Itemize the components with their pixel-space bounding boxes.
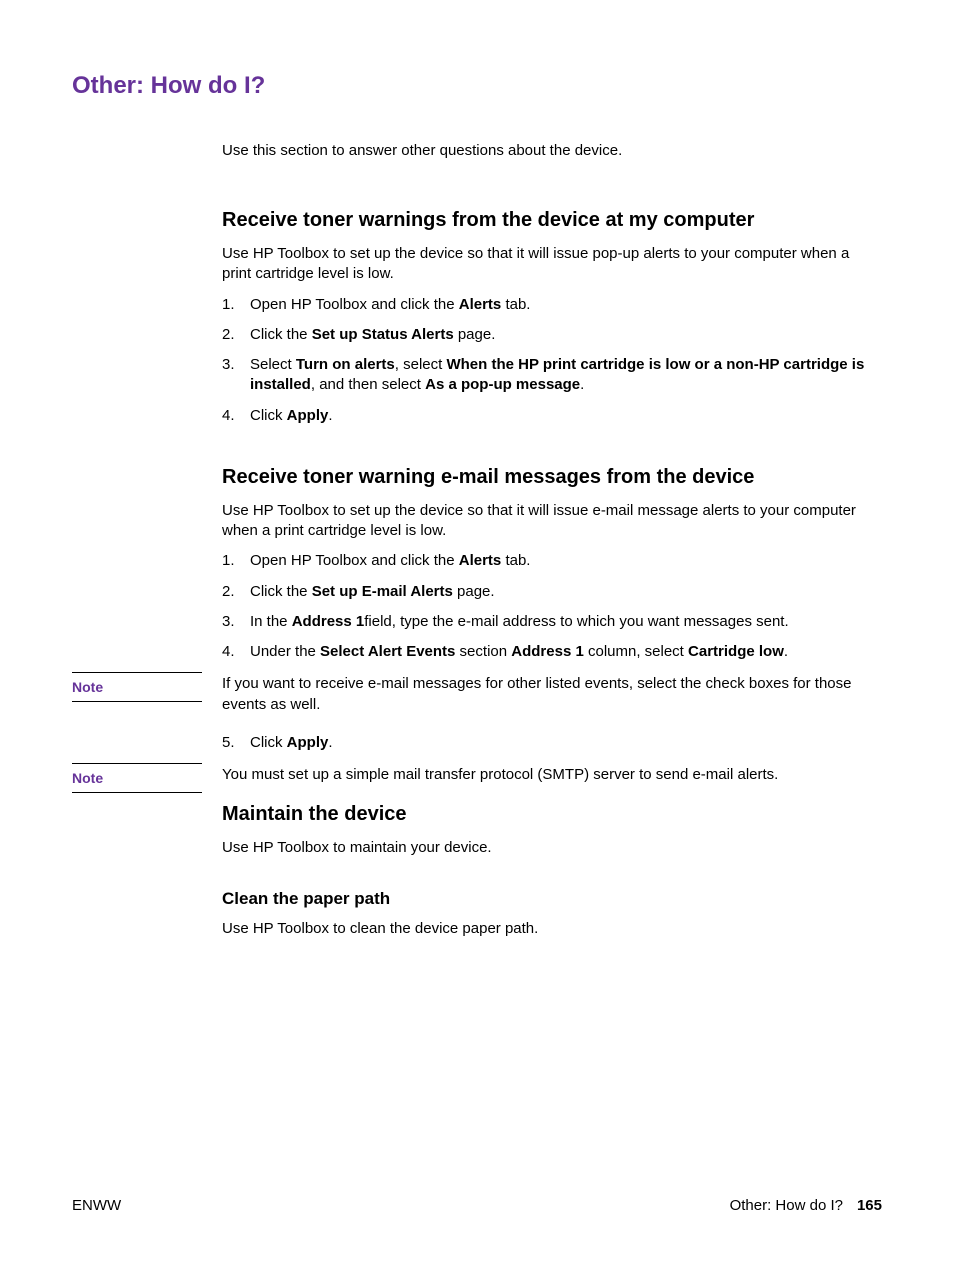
note-row: Note If you want to receive e-mail messa… (72, 672, 882, 721)
step-item: Click the Set up Status Alerts page. (222, 325, 882, 345)
step-item: 5.Click Apply. (222, 733, 882, 753)
footer-section-label: Other: How do I? (730, 1197, 843, 1214)
section1-steps: Open HP Toolbox and click the Alerts tab… (222, 295, 882, 426)
step-item: Click the Set up E-mail Alerts page. (222, 582, 882, 602)
page-footer: ENWW Other: How do I? 165 (72, 1197, 882, 1214)
step-item: In the Address 1field, type the e-mail a… (222, 612, 882, 632)
step-item: Click Apply. (222, 406, 882, 426)
intro-paragraph: Use this section to answer other questio… (222, 140, 882, 161)
section3-intro: Use HP Toolbox to maintain your device. (222, 838, 882, 858)
page-number: 165 (857, 1197, 882, 1214)
note-label: Note (72, 672, 202, 702)
heading-maintain: Maintain the device (222, 803, 882, 826)
heading-email-warnings: Receive toner warning e-mail messages fr… (222, 466, 882, 489)
step-item: Select Turn on alerts, select When the H… (222, 355, 882, 396)
note-text: You must set up a simple mail transfer p… (222, 763, 882, 791)
clean-paper-path-para: Use HP Toolbox to clean the device paper… (222, 919, 882, 939)
section-email-warnings: Receive toner warning e-mail messages fr… (222, 466, 882, 663)
page-title: Other: How do I? (72, 72, 882, 100)
note-label: Note (72, 763, 202, 793)
note-text: If you want to receive e-mail messages f… (222, 672, 882, 721)
step-item: Open HP Toolbox and click the Alerts tab… (222, 295, 882, 315)
heading-clean-paper-path: Clean the paper path (222, 889, 882, 909)
section2-steps: Open HP Toolbox and click the Alerts tab… (222, 551, 882, 662)
section2-intro: Use HP Toolbox to set up the device so t… (222, 501, 882, 542)
section2-step5: 5.Click Apply. (222, 733, 882, 753)
subsection-clean-paper-path: Clean the paper path Use HP Toolbox to c… (222, 889, 882, 939)
section-maintain: Maintain the device Use HP Toolbox to ma… (222, 803, 882, 858)
note-row: Note You must set up a simple mail trans… (72, 763, 882, 791)
section-toner-warnings: Receive toner warnings from the device a… (222, 209, 882, 426)
section1-intro: Use HP Toolbox to set up the device so t… (222, 244, 882, 285)
step-item: Under the Select Alert Events section Ad… (222, 642, 882, 662)
heading-toner-warnings: Receive toner warnings from the device a… (222, 209, 882, 232)
step-item: Open HP Toolbox and click the Alerts tab… (222, 551, 882, 571)
footer-left: ENWW (72, 1197, 121, 1214)
